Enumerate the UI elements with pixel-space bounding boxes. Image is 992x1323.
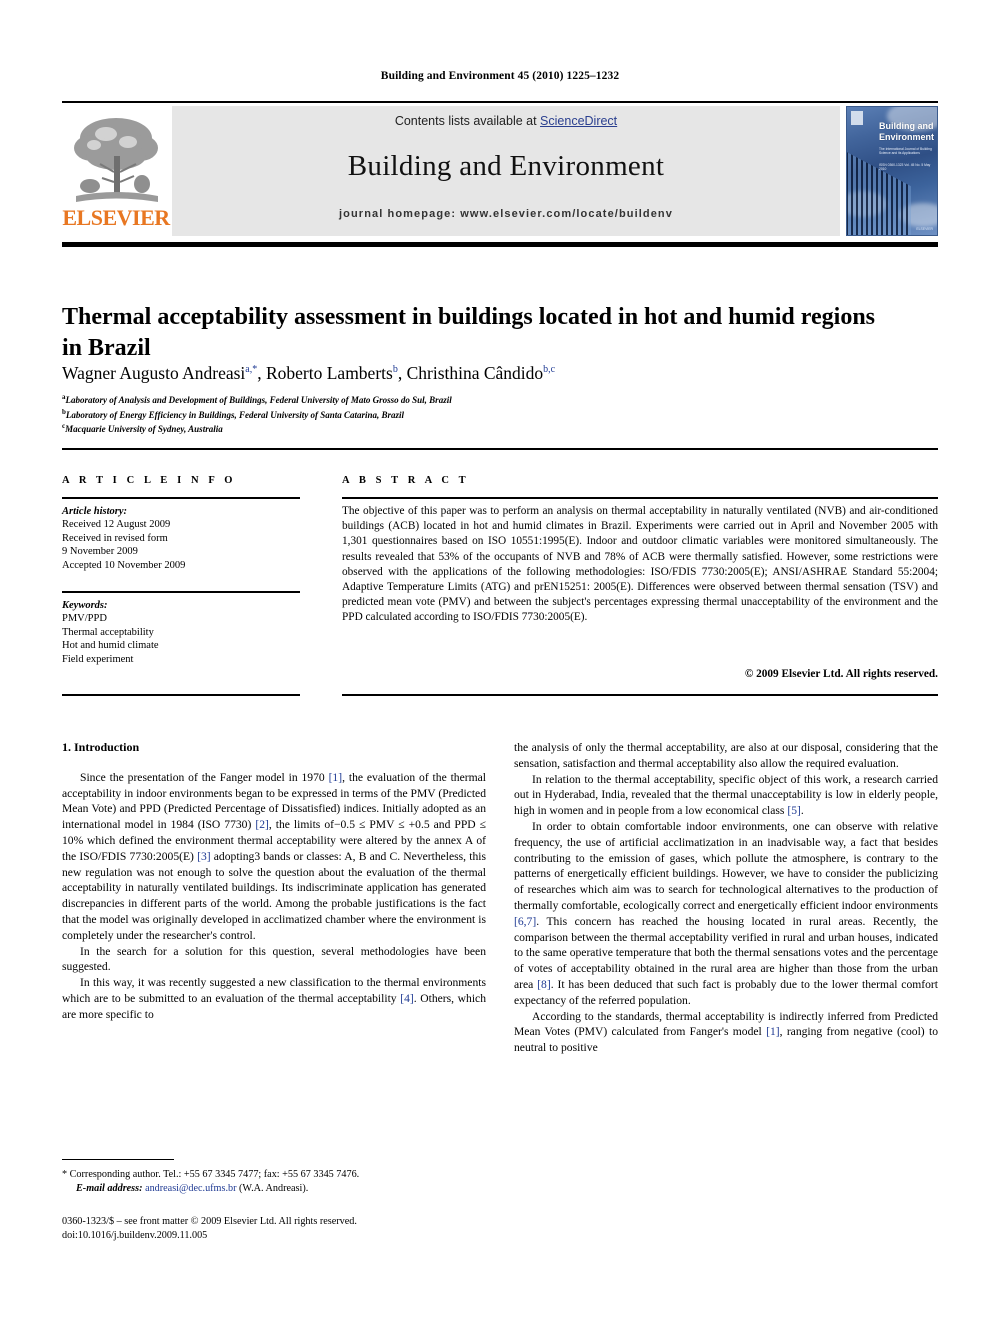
masthead-band: Contents lists available at ScienceDirec… <box>172 106 840 236</box>
keyword-item: PMV/PPD <box>62 613 107 625</box>
email-link[interactable]: andreasi@dec.ufms.br <box>145 1183 236 1194</box>
affiliation-item: aLaboratory of Analysis and Development … <box>62 392 922 407</box>
email-label: E-mail address: <box>76 1182 143 1194</box>
running-head: Building and Environment 45 (2010) 1225–… <box>380 70 620 82</box>
author-mark: a,* <box>245 364 258 375</box>
keyword-list: Keywords: PMV/PPD Thermal acceptability … <box>62 599 312 666</box>
abstract-label: A B S T R A C T <box>342 475 470 486</box>
cover-emblem-icon <box>851 111 863 125</box>
affiliation-text: Laboratory of Energy Efficiency in Build… <box>65 409 405 420</box>
article-history-item: Received in revised form <box>62 532 168 544</box>
body-column-left: 1. Introduction Since the presentation o… <box>62 740 486 1023</box>
article-history-heading: Article history: <box>62 506 128 517</box>
paper-page: Building and Environment 45 (2010) 1225–… <box>0 0 992 1323</box>
cover-publisher: ELSEVIER <box>916 227 933 231</box>
keyword-item: Hot and humid climate <box>62 640 159 652</box>
contents-prefix: Contents lists available at <box>394 114 541 128</box>
page-title: Thermal acceptability assessment in buil… <box>62 304 875 362</box>
article-history-item: Accepted 10 November 2009 <box>62 559 186 571</box>
body-paragraph: In order to obtain comfortable indoor en… <box>514 819 938 1007</box>
footnote-rule <box>62 1159 174 1160</box>
body-paragraph: In the search for a solution for this qu… <box>62 944 486 974</box>
affiliation-item: bLaboratory of Energy Efficiency in Buil… <box>62 407 922 422</box>
info-rule-sub <box>62 497 300 499</box>
contents-line: Contents lists available at ScienceDirec… <box>172 114 840 128</box>
journal-masthead: ELSEVIER Contents lists available at Sci… <box>62 106 938 236</box>
elsevier-logo: ELSEVIER <box>62 106 170 236</box>
journal-cover-thumbnail: Building and Environment The Internation… <box>846 106 938 236</box>
body-paragraph: In this way, it was recently suggested a… <box>62 976 486 1021</box>
body-paragraph: According to the standards, thermal acce… <box>514 1009 938 1055</box>
body-column-right: the analysis of only the thermal accepta… <box>514 740 938 1056</box>
header-rule-bottom <box>62 242 938 247</box>
abstract-rule-sub <box>342 497 938 499</box>
citation-ref[interactable]: [1] <box>766 1025 780 1038</box>
article-history: Article history: Received 12 August 2009… <box>62 505 312 572</box>
affiliation-list: aLaboratory of Analysis and Development … <box>62 392 922 436</box>
imprint-line-2: doi:10.1016/j.buildenv.2009.11.005 <box>62 1229 208 1241</box>
elsevier-wordmark: ELSEVIER <box>62 205 170 230</box>
info-rule-top <box>62 448 938 450</box>
citation-ref[interactable]: [1] <box>329 771 343 784</box>
email-note: E-mail address: andreasi@dec.ufms.br (W.… <box>62 1182 486 1196</box>
journal-homepage-link[interactable]: journal homepage: www.elsevier.com/locat… <box>172 208 840 220</box>
imprint-line-1: 0360-1323/$ – see front matter © 2009 El… <box>62 1216 357 1227</box>
corresponding-author-note: * Corresponding author. Tel.: +55 67 334… <box>62 1169 360 1180</box>
keyword-item: Field experiment <box>62 653 134 665</box>
email-suffix: (W.A. Andreasi). <box>239 1182 309 1194</box>
copyright-line: © 2009 Elsevier Ltd. All rights reserved… <box>744 668 938 680</box>
citation-ref[interactable]: [4] <box>400 992 414 1005</box>
keywords-heading: Keywords: <box>62 600 108 611</box>
cover-subtitle: The International Journal of Building Sc… <box>879 147 932 156</box>
affiliation-item: cMacquarie University of Sydney, Austral… <box>62 421 922 436</box>
author-list: Wagner Augusto Andreasia,*, Roberto Lamb… <box>62 362 556 383</box>
author-name: Roberto Lamberts <box>265 362 393 383</box>
keyword-item: Thermal acceptability <box>62 626 154 638</box>
citation-ref[interactable]: [2] <box>255 818 269 831</box>
citation-ref[interactable]: [8] <box>537 978 551 991</box>
cover-title: Building and Environment <box>879 121 935 142</box>
body-paragraph: In relation to the thermal acceptability… <box>514 772 938 818</box>
author-mark: b,c <box>543 364 556 375</box>
abstract-text: The objective of this paper was to perfo… <box>342 505 938 624</box>
info-rule-bottom-left <box>62 694 300 696</box>
article-info-label: A R T I C L E I N F O <box>62 475 237 486</box>
body-paragraph: the analysis of only the thermal accepta… <box>514 741 938 770</box>
section-heading-introduction: 1. Introduction <box>62 740 140 754</box>
footnote-block: * Corresponding author. Tel.: +55 67 334… <box>62 1168 486 1195</box>
citation-ref[interactable]: [6,7] <box>514 915 536 928</box>
author-name: Christhina Cândido <box>406 362 544 383</box>
author-name: Wagner Augusto Andreasi <box>62 362 246 383</box>
citation-ref[interactable]: [5] <box>787 804 801 817</box>
article-history-item: Received 12 August 2009 <box>62 519 171 531</box>
article-history-item: 9 November 2009 <box>62 546 138 558</box>
author-mark: b <box>392 364 398 375</box>
elsevier-tree-icon <box>74 118 158 202</box>
imprint-block: 0360-1323/$ – see front matter © 2009 El… <box>62 1215 502 1242</box>
keywords-rule <box>62 591 300 593</box>
affiliation-text: Macquarie University of Sydney, Australi… <box>65 424 223 434</box>
citation-ref[interactable]: [3] <box>197 850 211 863</box>
affiliation-text: Laboratory of Analysis and Development o… <box>65 395 452 405</box>
body-paragraph: Since the presentation of the Fanger mod… <box>62 770 486 942</box>
cover-issue-line: ISSN 0360-1323 Vol. 45 No. 5 May 2010 <box>879 163 931 172</box>
sciencedirect-link[interactable]: ScienceDirect <box>540 114 617 128</box>
journal-title: Building and Environment <box>347 150 665 182</box>
info-rule-bottom-right <box>342 694 938 696</box>
header-rule-top <box>62 101 938 103</box>
